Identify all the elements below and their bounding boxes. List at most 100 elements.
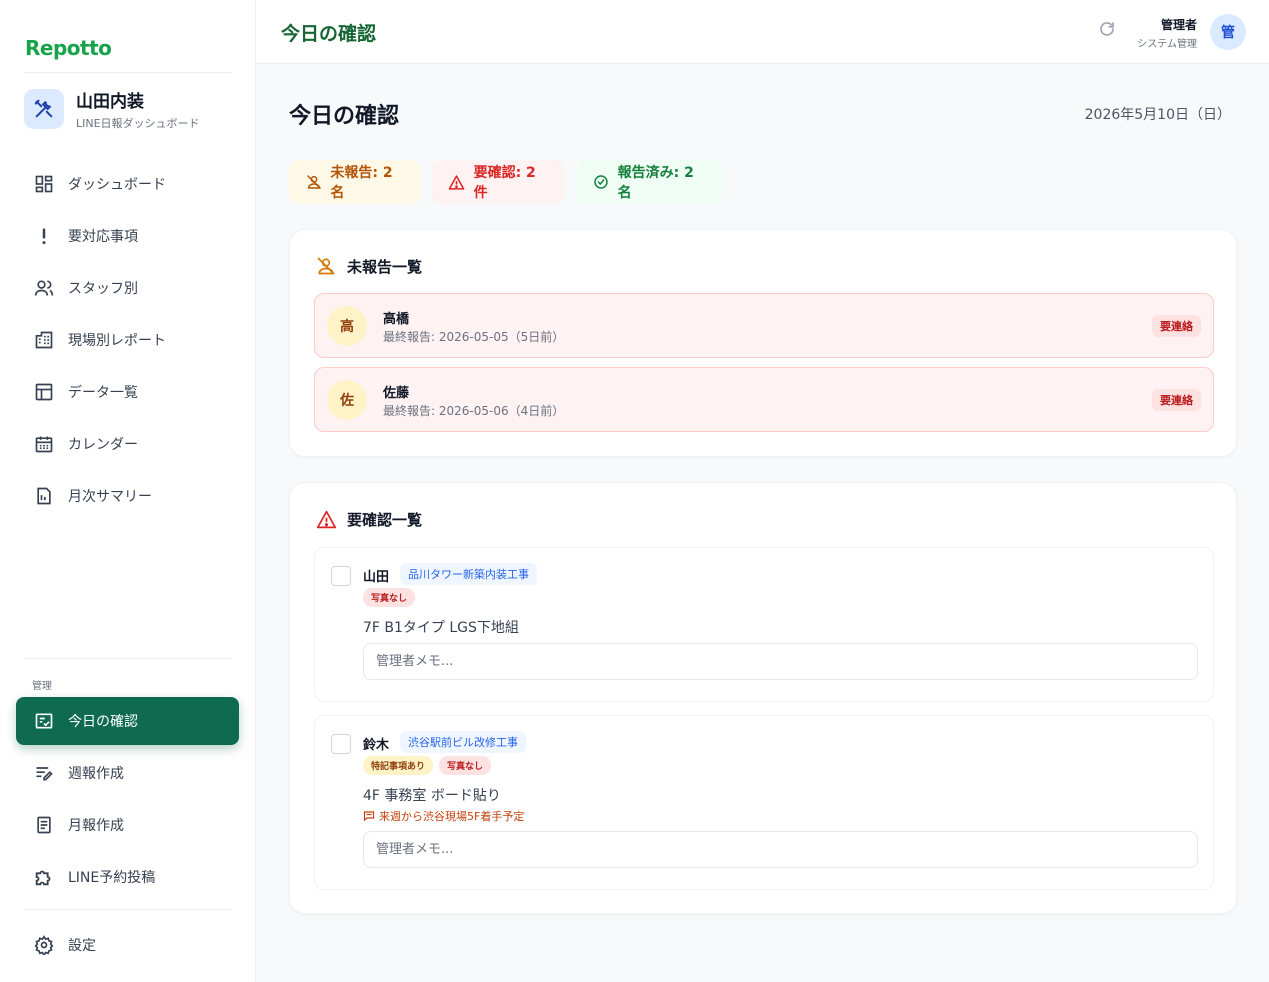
sidebar: Repotto 山田内装 LINE日報ダッシュボード ダッシュボード 要対応事項… <box>0 0 256 982</box>
warning-icon <box>315 508 337 530</box>
user-off-icon <box>305 173 322 191</box>
sidebar-item-settings[interactable]: 設定 <box>16 921 239 969</box>
divider <box>24 658 232 659</box>
divider <box>24 909 232 910</box>
tag-list: 写真なし <box>363 588 416 607</box>
sidebar-item-site-reports[interactable]: 現場別レポート <box>16 316 239 364</box>
sidebar-item-today-check[interactable]: 今日の確認 <box>16 697 239 745</box>
report-icon <box>33 814 55 836</box>
sidebar-item-label: 週報作成 <box>68 766 124 782</box>
sidebar-item-label: ダッシュボード <box>68 177 166 193</box>
sidebar-item-staff[interactable]: スタッフ別 <box>16 264 239 312</box>
sidebar-item-label: 現場別レポート <box>68 333 166 349</box>
user-role: システム管理 <box>1137 39 1197 50</box>
needs-check-card-header: 要確認一覧 <box>315 508 422 530</box>
confirm-checkbox[interactable] <box>331 566 351 586</box>
sidebar-item-label: 月報作成 <box>68 818 124 834</box>
top-bar: 今日の確認 管理者 システム管理 管 <box>256 0 1269 64</box>
last-report-text: 最終報告: 2026-05-05（5日前） <box>383 330 565 344</box>
puzzle-icon <box>33 866 55 888</box>
staff-name: 山田 <box>363 570 390 585</box>
dashboard-icon <box>33 173 55 195</box>
sidebar-item-monthly-summary[interactable]: 月次サマリー <box>16 472 239 520</box>
list-item[interactable]: 佐 佐藤 最終報告: 2026-05-06（4日前） 要連絡 <box>314 367 1214 432</box>
sidebar-item-label: 要対応事項 <box>68 229 138 245</box>
site-badge[interactable]: 品川タワー新築内装工事 <box>400 563 537 585</box>
header-title: 今日の確認 <box>281 23 377 45</box>
last-report-text: 最終報告: 2026-05-06（4日前） <box>383 404 565 418</box>
sidebar-item-label: データ一覧 <box>68 385 138 401</box>
user-name: 管理者 <box>1160 18 1197 32</box>
unreported-card-header: 未報告一覧 <box>315 255 422 277</box>
needs-check-card-title: 要確認一覧 <box>347 510 423 529</box>
site-badge[interactable]: 渋谷駅前ビル改修工事 <box>400 731 526 753</box>
contact-required-badge[interactable]: 要連絡 <box>1152 389 1201 411</box>
stat-reported[interactable]: 報告済み: 2名 <box>576 160 722 204</box>
page-date: 2026年5月10日（日） <box>1084 107 1231 123</box>
company-name: 山田内装 <box>76 92 144 112</box>
special-note-tag: 特記事項あり <box>363 756 434 775</box>
stat-needs-check-label: 要確認: 2件 <box>473 165 536 201</box>
sidebar-item-label: スタッフ別 <box>68 281 138 297</box>
contact-required-badge[interactable]: 要連絡 <box>1152 315 1201 337</box>
section-label-admin: 管理 <box>32 681 52 692</box>
check-item: 鈴木 渋谷駅前ビル改修工事 特記事項あり 写真なし 4F 事務室 ボード貼り 来… <box>314 715 1214 890</box>
page-title: 今日の確認 <box>289 104 400 129</box>
unreported-card: 未報告一覧 高 高橋 最終報告: 2026-05-05（5日前） 要連絡 佐 佐… <box>289 229 1237 457</box>
sidebar-item-label: 設定 <box>68 938 96 954</box>
sidebar-item-calendar[interactable]: カレンダー <box>16 420 239 468</box>
avatar[interactable]: 管 <box>1210 14 1246 50</box>
check-circle-icon <box>592 173 610 191</box>
no-photo-tag: 写真なし <box>363 588 416 607</box>
stat-reported-label: 報告済み: 2名 <box>617 165 694 201</box>
sidebar-item-weekly-report[interactable]: 週報作成 <box>16 749 239 797</box>
checklist-icon <box>33 710 55 732</box>
staff-name: 佐藤 <box>383 386 410 401</box>
sidebar-item-monthly-report[interactable]: 月報作成 <box>16 801 239 849</box>
company-block: 山田内装 LINE日報ダッシュボード <box>24 87 200 131</box>
needs-check-card: 要確認一覧 山田 品川タワー新築内装工事 写真なし 7F B1タイプ LGS下地… <box>289 482 1237 914</box>
avatar: 高 <box>327 306 367 346</box>
refresh-icon[interactable] <box>1098 20 1118 40</box>
sidebar-item-label: カレンダー <box>68 437 138 453</box>
special-note-text: 来週から渋谷現場5F着手予定 <box>379 810 525 823</box>
stat-unreported-label: 未報告: 2名 <box>330 165 393 201</box>
users-icon <box>33 277 55 299</box>
warning-icon <box>448 173 466 191</box>
brand-logo[interactable]: Repotto <box>25 36 112 60</box>
stat-needs-check[interactable]: 要確認: 2件 <box>432 160 564 204</box>
table-icon <box>33 381 55 403</box>
unreported-card-title: 未報告一覧 <box>347 257 423 276</box>
sidebar-item-data-list[interactable]: データ一覧 <box>16 368 239 416</box>
admin-memo-input[interactable] <box>363 831 1198 868</box>
document-icon <box>33 485 55 507</box>
list-item[interactable]: 高 高橋 最終報告: 2026-05-05（5日前） 要連絡 <box>314 293 1214 358</box>
sidebar-item-label: LINE予約投稿 <box>68 870 156 886</box>
tools-icon <box>24 89 64 129</box>
admin-memo-input[interactable] <box>363 643 1198 680</box>
work-description: 4F 事務室 ボード貼り <box>363 788 501 804</box>
gear-icon <box>33 934 55 956</box>
stat-unreported[interactable]: 未報告: 2名 <box>289 160 420 204</box>
work-description: 7F B1タイプ LGS下地組 <box>363 620 519 636</box>
staff-name: 鈴木 <box>363 738 390 753</box>
user-off-icon <box>315 255 337 277</box>
calendar-icon <box>33 433 55 455</box>
user-info[interactable]: 管理者 システム管理 <box>1137 16 1197 50</box>
tag-list: 特記事項あり 写真なし <box>363 756 492 775</box>
sidebar-item-line-scheduled-post[interactable]: LINE予約投稿 <box>16 853 239 901</box>
message-icon <box>363 810 375 822</box>
exclamation-icon <box>33 225 55 247</box>
edit-list-icon <box>33 762 55 784</box>
sidebar-item-dashboard[interactable]: ダッシュボード <box>16 160 239 208</box>
sidebar-item-label: 月次サマリー <box>68 489 152 505</box>
company-subtitle: LINE日報ダッシュボード <box>76 117 200 130</box>
no-photo-tag: 写真なし <box>439 756 492 775</box>
sidebar-item-action-items[interactable]: 要対応事項 <box>16 212 239 260</box>
special-note: 来週から渋谷現場5F着手予定 <box>363 808 524 824</box>
divider <box>24 72 232 73</box>
avatar: 佐 <box>327 380 367 420</box>
confirm-checkbox[interactable] <box>331 734 351 754</box>
check-item: 山田 品川タワー新築内装工事 写真なし 7F B1タイプ LGS下地組 <box>314 547 1214 702</box>
sidebar-item-label: 今日の確認 <box>68 714 138 730</box>
